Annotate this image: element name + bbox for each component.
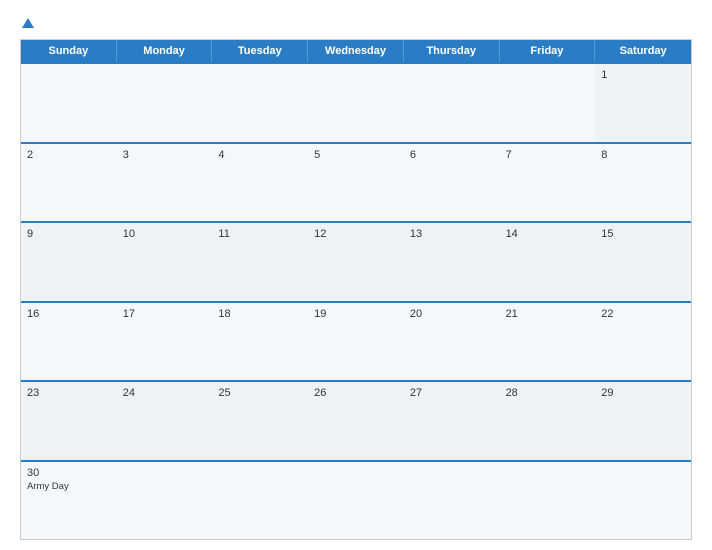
cal-cell [404, 462, 500, 540]
cal-cell [308, 462, 404, 540]
week-row-3: 9 10 11 12 13 14 15 [21, 221, 691, 301]
day-number: 8 [601, 149, 685, 161]
day-header-wednesday: Wednesday [308, 40, 404, 62]
day-header-saturday: Saturday [595, 40, 691, 62]
calendar-page: SundayMondayTuesdayWednesdayThursdayFrid… [0, 0, 712, 550]
day-header-sunday: Sunday [21, 40, 117, 62]
day-event: Army Day [27, 481, 111, 492]
day-number: 9 [27, 228, 111, 240]
day-number: 26 [314, 387, 398, 399]
cal-cell: 16 [21, 303, 117, 381]
day-number: 15 [601, 228, 685, 240]
day-number: 12 [314, 228, 398, 240]
cal-cell: 12 [308, 223, 404, 301]
day-header-monday: Monday [117, 40, 213, 62]
calendar-header: SundayMondayTuesdayWednesdayThursdayFrid… [21, 40, 691, 62]
day-number: 17 [123, 308, 207, 320]
day-number: 27 [410, 387, 494, 399]
cal-cell: 29 [595, 382, 691, 460]
cal-cell: 30 Army Day [21, 462, 117, 540]
cal-cell: 19 [308, 303, 404, 381]
day-number: 4 [218, 149, 302, 161]
day-number: 19 [314, 308, 398, 320]
page-header [20, 18, 692, 29]
cal-cell: 28 [500, 382, 596, 460]
week-row-5: 23 24 25 26 27 28 29 [21, 380, 691, 460]
cal-cell [212, 462, 308, 540]
day-number: 2 [27, 149, 111, 161]
logo [20, 18, 34, 29]
cal-cell: 24 [117, 382, 213, 460]
cal-cell: 22 [595, 303, 691, 381]
day-number: 18 [218, 308, 302, 320]
cal-cell: 26 [308, 382, 404, 460]
cal-cell: 15 [595, 223, 691, 301]
calendar-body: 1234567891011121314151617181920212223242… [21, 62, 691, 539]
day-number: 3 [123, 149, 207, 161]
cal-cell: 17 [117, 303, 213, 381]
cal-cell [308, 64, 404, 142]
cal-cell: 2 [21, 144, 117, 222]
cal-cell: 23 [21, 382, 117, 460]
cal-cell [500, 64, 596, 142]
cal-cell [595, 462, 691, 540]
day-number: 29 [601, 387, 685, 399]
day-number: 28 [506, 387, 590, 399]
day-number: 6 [410, 149, 494, 161]
day-number: 14 [506, 228, 590, 240]
week-row-6: 30 Army Day [21, 460, 691, 540]
day-number: 16 [27, 308, 111, 320]
day-number: 10 [123, 228, 207, 240]
day-number: 21 [506, 308, 590, 320]
cal-cell: 4 [212, 144, 308, 222]
cal-cell: 13 [404, 223, 500, 301]
cal-cell: 25 [212, 382, 308, 460]
cal-cell: 3 [117, 144, 213, 222]
cal-cell: 1 [595, 64, 691, 142]
cal-cell: 27 [404, 382, 500, 460]
day-number: 25 [218, 387, 302, 399]
day-number: 11 [218, 228, 302, 240]
cal-cell: 7 [500, 144, 596, 222]
day-header-friday: Friday [500, 40, 596, 62]
cal-cell: 11 [212, 223, 308, 301]
cal-cell [404, 64, 500, 142]
cal-cell: 14 [500, 223, 596, 301]
cal-cell: 18 [212, 303, 308, 381]
day-number: 30 [27, 467, 111, 479]
cal-cell: 8 [595, 144, 691, 222]
logo-blue-text [20, 18, 34, 29]
day-number: 13 [410, 228, 494, 240]
cal-cell: 10 [117, 223, 213, 301]
day-number: 22 [601, 308, 685, 320]
week-row-4: 16 17 18 19 20 21 22 [21, 301, 691, 381]
day-number: 20 [410, 308, 494, 320]
day-number: 5 [314, 149, 398, 161]
week-row-2: 2345678 [21, 142, 691, 222]
cal-cell [500, 462, 596, 540]
cal-cell: 9 [21, 223, 117, 301]
day-number: 7 [506, 149, 590, 161]
week-row-1: 1 [21, 62, 691, 142]
logo-triangle-icon [22, 18, 34, 28]
day-number: 23 [27, 387, 111, 399]
cal-cell: 21 [500, 303, 596, 381]
calendar-grid: SundayMondayTuesdayWednesdayThursdayFrid… [20, 39, 692, 540]
cal-cell: 20 [404, 303, 500, 381]
day-header-thursday: Thursday [404, 40, 500, 62]
cal-cell: 6 [404, 144, 500, 222]
cal-cell [21, 64, 117, 142]
cal-cell [117, 64, 213, 142]
day-header-tuesday: Tuesday [212, 40, 308, 62]
cal-cell [212, 64, 308, 142]
day-number: 1 [601, 69, 685, 81]
cal-cell [117, 462, 213, 540]
cal-cell: 5 [308, 144, 404, 222]
day-number: 24 [123, 387, 207, 399]
